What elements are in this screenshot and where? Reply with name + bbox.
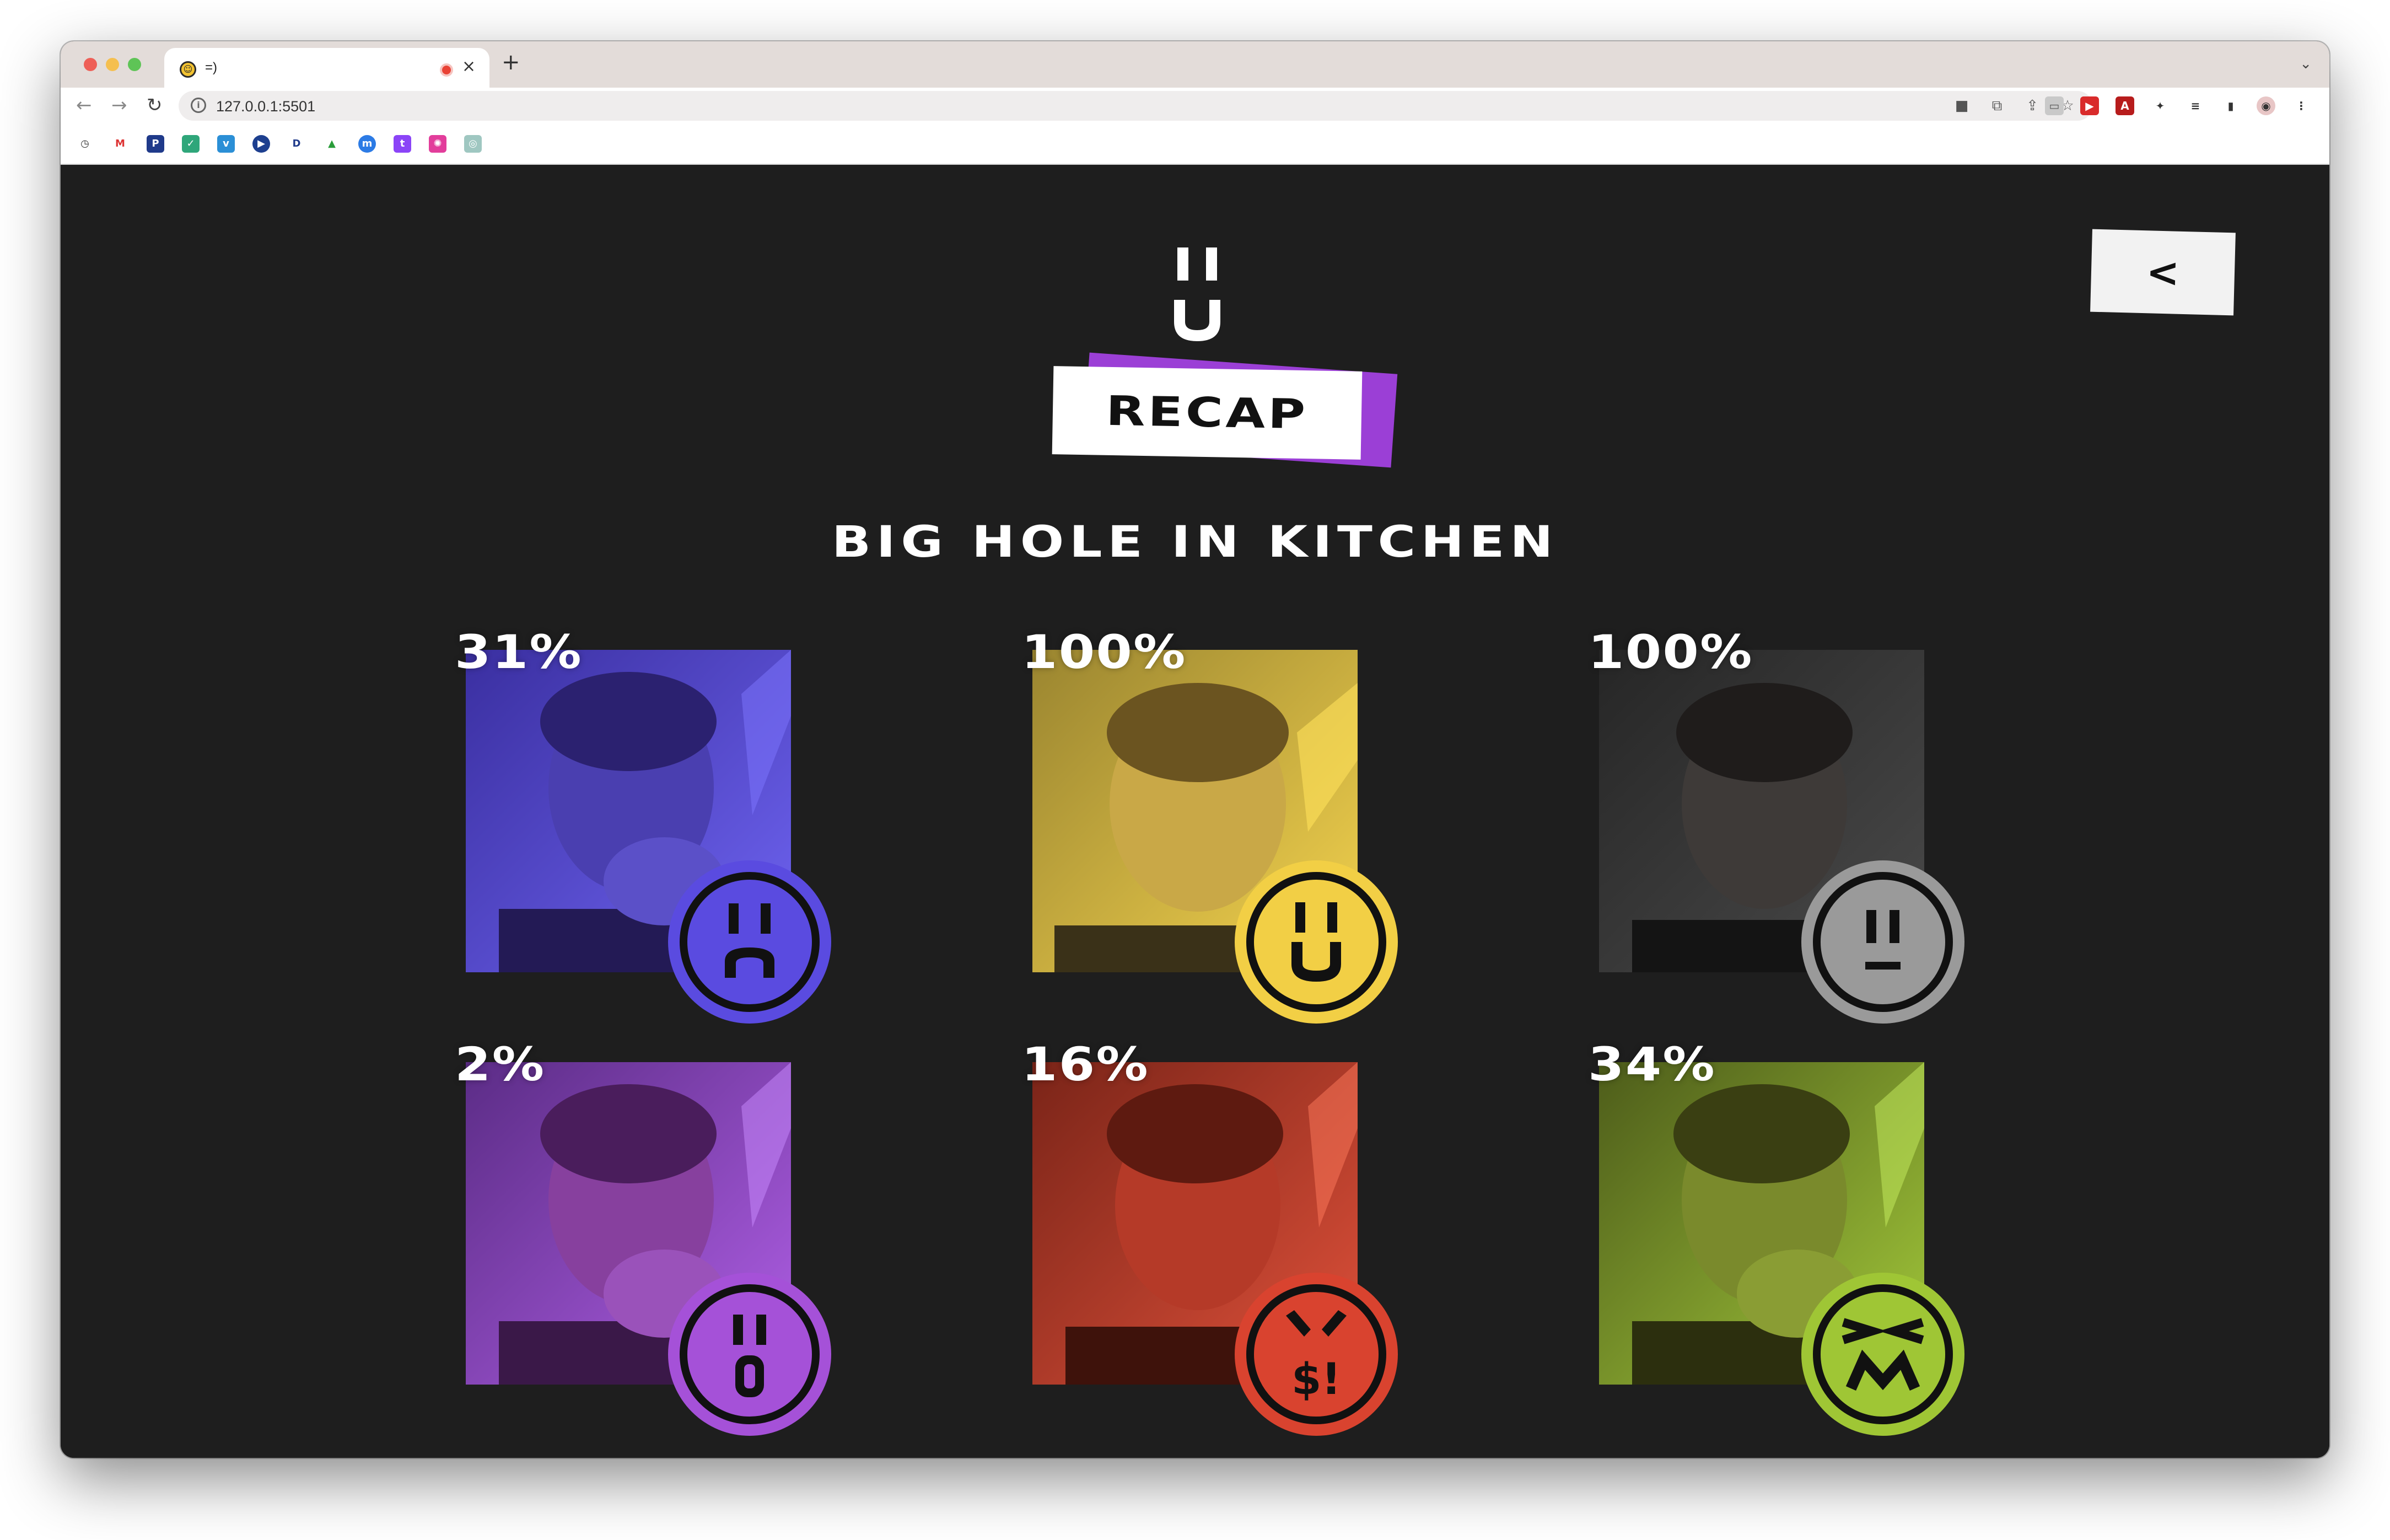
close-window-button[interactable] bbox=[84, 58, 97, 71]
minimize-window-button[interactable] bbox=[106, 58, 119, 71]
smiley-favicon-icon: ☺ bbox=[180, 61, 196, 78]
smiley-logo-icon bbox=[1174, 247, 1220, 341]
side-panel-icon[interactable]: ▮ bbox=[2221, 96, 2240, 115]
neutral-face-icon bbox=[1800, 859, 1966, 1025]
happy-face-icon bbox=[1234, 859, 1399, 1025]
pr-bookmark-icon[interactable]: P bbox=[147, 135, 164, 153]
disney-bookmark-icon[interactable]: D bbox=[288, 135, 305, 153]
browser-window: ☺ =) × + ⌄ ← → ↻ i 127.0.0.1:5501 ■ ⧉ ⇪ … bbox=[61, 41, 2329, 1458]
back-button[interactable]: < bbox=[2090, 229, 2236, 316]
emotion-percentage: 100% bbox=[1588, 625, 1753, 679]
vimeo-bookmark-icon[interactable]: v bbox=[217, 135, 235, 153]
recording-indicator-icon bbox=[440, 63, 453, 77]
cast-extension-icon[interactable]: ▭ bbox=[2045, 96, 2064, 115]
pdf-extension-icon[interactable]: A bbox=[2116, 96, 2134, 115]
browser-toolbar: ← → ↻ i 127.0.0.1:5501 ■ ⧉ ⇪ ☆ ▭ ▶ A ✦ ≡… bbox=[61, 88, 2329, 124]
profile-avatar[interactable]: ◉ bbox=[2257, 96, 2275, 115]
emotion-card-sad: 31% bbox=[455, 625, 852, 1036]
extensions-puzzle-icon[interactable]: ✦ bbox=[2151, 96, 2170, 115]
emotion-card-neutral: 100% bbox=[1588, 625, 1985, 1036]
address-bar[interactable]: i 127.0.0.1:5501 ■ ⧉ ⇪ ☆ bbox=[179, 91, 2092, 121]
emotion-card-disgusted: 34% bbox=[1588, 1037, 1985, 1448]
drive-bookmark-icon[interactable]: ▲ bbox=[323, 135, 341, 153]
reload-icon[interactable]: ↻ bbox=[147, 94, 163, 116]
browser-menu-icon[interactable]: ⋮ bbox=[2292, 96, 2311, 115]
back-arrow-icon[interactable]: ← bbox=[76, 94, 92, 116]
new-tab-button[interactable]: + bbox=[502, 51, 520, 73]
emotion-percentage: 31% bbox=[455, 625, 583, 679]
emotion-card-happy: 100% bbox=[1021, 625, 1418, 1036]
share-icon[interactable]: ⇪ bbox=[2024, 98, 2041, 114]
check-bookmark-icon[interactable]: ✓ bbox=[182, 135, 200, 153]
history-bookmark-icon[interactable]: ◷ bbox=[76, 135, 94, 153]
emotion-percentage: 16% bbox=[1021, 1037, 1149, 1091]
emotion-percentage: 100% bbox=[1021, 625, 1187, 679]
forward-arrow-icon[interactable]: → bbox=[111, 94, 127, 116]
browser-tab[interactable]: ☺ =) × bbox=[164, 48, 489, 88]
disgusted-face-icon bbox=[1800, 1272, 1966, 1437]
chatgpt-bookmark-icon[interactable]: ◎ bbox=[464, 135, 482, 153]
back-chevron-icon: < bbox=[2145, 249, 2181, 296]
angry-mouth-text: $! bbox=[1291, 1355, 1341, 1404]
emotion-percentage: 34% bbox=[1588, 1037, 1716, 1091]
emotion-card-angry: 16% $! bbox=[1021, 1037, 1418, 1448]
app-bookmark-icon[interactable]: ✺ bbox=[429, 135, 446, 153]
surprised-face-icon bbox=[667, 1272, 832, 1437]
twitch-bookmark-icon[interactable]: t bbox=[394, 135, 411, 153]
angry-face-icon: $! bbox=[1234, 1272, 1399, 1437]
messenger-bookmark-icon[interactable]: m bbox=[358, 135, 376, 153]
tab-search-chevron-icon[interactable]: ⌄ bbox=[2300, 56, 2312, 72]
session-topic: BIG HOLE IN KITCHEN bbox=[831, 518, 1559, 567]
video-extension-icon[interactable]: ▶ bbox=[2080, 96, 2099, 115]
camera-icon[interactable]: ■ bbox=[1953, 98, 1970, 114]
translate-icon[interactable]: ⧉ bbox=[1989, 98, 2005, 114]
url-text[interactable]: 127.0.0.1:5501 bbox=[216, 98, 315, 115]
reading-list-icon[interactable]: ≡ bbox=[2186, 96, 2205, 115]
recap-title: RECAP bbox=[1105, 387, 1309, 439]
play-bookmark-icon[interactable]: ▶ bbox=[252, 135, 270, 153]
recap-page: RECAP BIG HOLE IN KITCHEN < 31% 100% 100… bbox=[61, 165, 2329, 1458]
sad-face-icon bbox=[667, 859, 832, 1025]
emotion-card-surprised: 2% bbox=[455, 1037, 852, 1448]
maximize-window-button[interactable] bbox=[128, 58, 141, 71]
site-info-icon[interactable]: i bbox=[191, 98, 206, 113]
gmail-bookmark-icon[interactable]: M bbox=[111, 135, 129, 153]
recap-label: RECAP bbox=[1052, 352, 1406, 468]
tab-strip: ☺ =) × + ⌄ bbox=[61, 41, 2329, 88]
bookmarks-bar: ◷ M P ✓ v ▶ D ▲ m t ✺ ◎ bbox=[61, 124, 2329, 165]
close-tab-button[interactable]: × bbox=[462, 57, 476, 76]
tab-title: =) bbox=[205, 60, 218, 75]
emotion-percentage: 2% bbox=[455, 1037, 546, 1091]
